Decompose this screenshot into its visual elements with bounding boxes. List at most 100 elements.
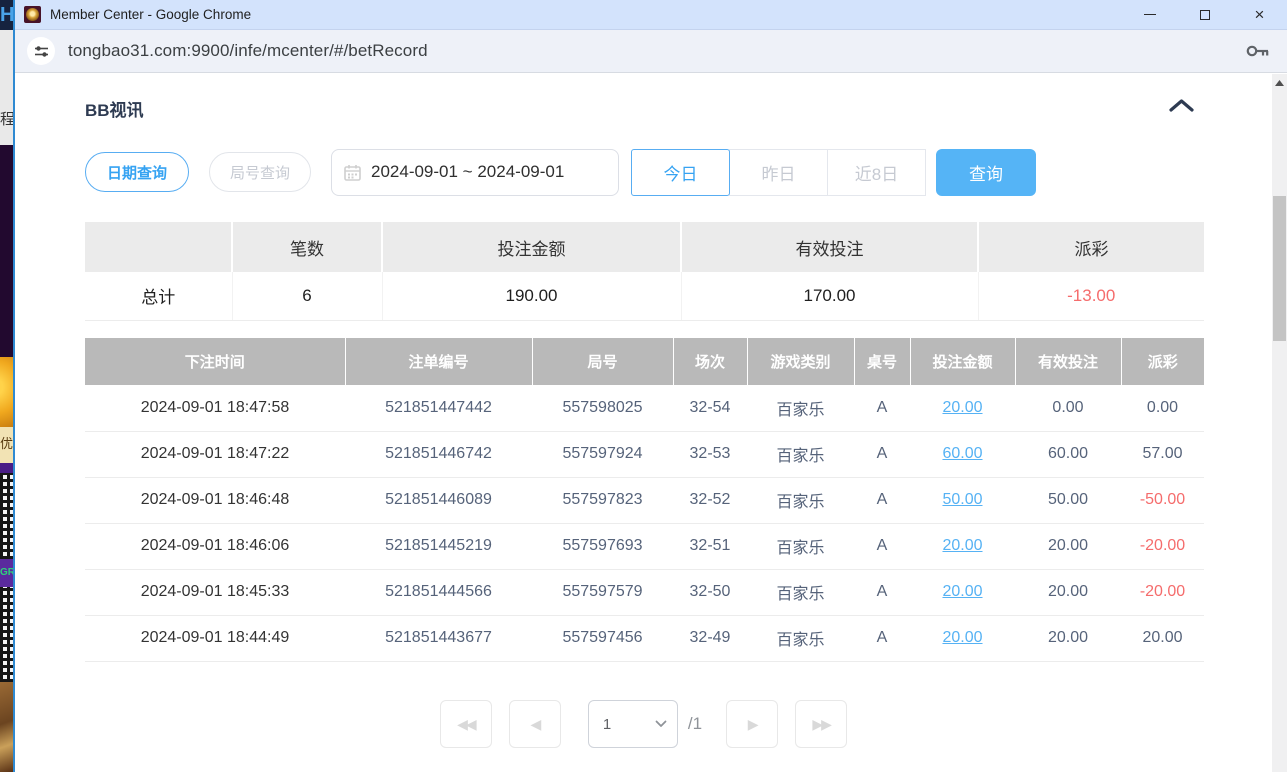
underlying-window-strip: H 程 优 GR xyxy=(0,0,13,772)
filter-toolbar: 日期查询 局号查询 2024-09-01 ~ 2024-09-01 今日 昨日 … xyxy=(85,148,1036,196)
browser-window: Member Center - Google Chrome × tongbao3… xyxy=(13,0,1287,772)
next-page-button[interactable]: ▶ xyxy=(726,700,778,748)
calendar-icon xyxy=(344,164,361,181)
date-query-tab[interactable]: 日期查询 xyxy=(85,152,189,192)
strip-gray-text: 程 xyxy=(0,30,13,145)
strip-gold-image xyxy=(0,357,13,427)
bet-amount-link[interactable]: 20.00 xyxy=(942,537,982,554)
cell-bet: 20.00 xyxy=(910,569,1015,615)
cell-round-no: 557597823 xyxy=(532,477,673,523)
bet-amount-link[interactable]: 20.00 xyxy=(942,399,982,416)
cell-time: 2024-09-01 18:46:48 xyxy=(85,477,345,523)
summary-total-label: 总计 xyxy=(85,272,232,320)
cell-game: 百家乐 xyxy=(747,615,854,661)
vertical-scrollbar[interactable] xyxy=(1272,74,1287,772)
round-query-tab[interactable]: 局号查询 xyxy=(209,152,311,192)
summary-header-blank xyxy=(85,222,232,272)
cell-order-no: 521851447442 xyxy=(345,385,532,431)
window-title: Member Center - Google Chrome xyxy=(50,7,251,22)
summary-header-count: 笔数 xyxy=(232,222,382,272)
cell-order-no: 521851446742 xyxy=(345,431,532,477)
bet-record-row: 2024-09-01 18:45:33521851444566557597579… xyxy=(85,569,1204,615)
bet-amount-link[interactable]: 50.00 xyxy=(942,491,982,508)
window-titlebar[interactable]: Member Center - Google Chrome × xyxy=(15,0,1287,30)
close-button[interactable]: × xyxy=(1232,0,1287,30)
cell-table-no: A xyxy=(854,615,910,661)
cell-session: 32-51 xyxy=(673,523,747,569)
yesterday-button[interactable]: 昨日 xyxy=(729,149,828,196)
col-valid-bet: 有效投注 xyxy=(1015,338,1121,385)
col-round-no: 局号 xyxy=(532,338,673,385)
section-title: BB视讯 xyxy=(85,96,144,121)
cell-valid: 20.00 xyxy=(1015,569,1121,615)
cell-game: 百家乐 xyxy=(747,385,854,431)
date-range-picker[interactable]: 2024-09-01 ~ 2024-09-01 xyxy=(331,149,619,196)
scrollbar-up-button[interactable] xyxy=(1272,74,1287,91)
cell-table-no: A xyxy=(854,569,910,615)
col-game-type: 游戏类别 xyxy=(747,338,854,385)
page-content: BB视讯 日期查询 局号查询 2024-09-01 ~ 2024-09-01 xyxy=(15,74,1287,772)
cell-payout: 0.00 xyxy=(1121,385,1204,431)
site-settings-button[interactable] xyxy=(27,37,55,65)
cell-round-no: 557597924 xyxy=(532,431,673,477)
password-manager-button[interactable] xyxy=(1246,43,1270,59)
strip-qr-code xyxy=(0,473,13,559)
cell-bet: 60.00 xyxy=(910,431,1015,477)
cell-round-no: 557597456 xyxy=(532,615,673,661)
summary-header-valid-bet: 有效投注 xyxy=(681,222,978,272)
cell-game: 百家乐 xyxy=(747,431,854,477)
bet-amount-link[interactable]: 60.00 xyxy=(942,445,982,462)
pagination: ◀◀ ◀ 1 /1 ▶ ▶▶ xyxy=(15,700,1272,748)
bet-records-table: 下注时间 注单编号 局号 场次 游戏类别 桌号 投注金额 有效投注 派彩 202… xyxy=(85,338,1204,662)
prev-page-button[interactable]: ◀ xyxy=(509,700,561,748)
cell-time: 2024-09-01 18:47:22 xyxy=(85,431,345,477)
cell-valid: 60.00 xyxy=(1015,431,1121,477)
search-button[interactable]: 查询 xyxy=(936,149,1036,196)
cell-session: 32-50 xyxy=(673,569,747,615)
maximize-button[interactable] xyxy=(1177,0,1232,30)
cell-time: 2024-09-01 18:46:06 xyxy=(85,523,345,569)
summary-table: 笔数 投注金额 有效投注 派彩 总计 6 190.00 170.00 -13.0… xyxy=(85,222,1204,321)
scrollbar-thumb[interactable] xyxy=(1273,196,1286,341)
col-bet-time: 下注时间 xyxy=(85,338,345,385)
summary-bet-amount-value: 190.00 xyxy=(382,272,681,320)
url-text[interactable]: tongbao31.com:9900/infe/mcenter/#/betRec… xyxy=(68,41,428,61)
bet-record-row: 2024-09-01 18:47:58521851447442557598025… xyxy=(85,385,1204,431)
last8days-button[interactable]: 近8日 xyxy=(827,149,926,196)
summary-header-payout: 派彩 xyxy=(978,222,1204,272)
address-bar[interactable]: tongbao31.com:9900/infe/mcenter/#/betRec… xyxy=(15,30,1287,73)
col-table-no: 桌号 xyxy=(854,338,910,385)
last-page-button[interactable]: ▶▶ xyxy=(795,700,847,748)
collapse-section-button[interactable] xyxy=(1168,98,1195,118)
chevron-down-icon xyxy=(655,720,667,728)
strip-photo xyxy=(0,682,13,772)
cell-payout: 57.00 xyxy=(1121,431,1204,477)
strip-purple-label: GR xyxy=(0,559,13,587)
cell-table-no: A xyxy=(854,431,910,477)
minimize-button[interactable] xyxy=(1122,0,1177,30)
summary-count-value: 6 xyxy=(232,272,382,320)
today-button[interactable]: 今日 xyxy=(631,149,730,196)
bet-amount-link[interactable]: 20.00 xyxy=(942,583,982,600)
strip-purple-band xyxy=(0,463,13,473)
col-session: 场次 xyxy=(673,338,747,385)
page-select[interactable]: 1 xyxy=(588,700,678,748)
bet-record-row: 2024-09-01 18:46:06521851445219557597693… xyxy=(85,523,1204,569)
maximize-icon xyxy=(1200,10,1210,20)
close-icon: × xyxy=(1255,6,1265,23)
window-controls: × xyxy=(1122,0,1287,30)
cell-session: 32-54 xyxy=(673,385,747,431)
bet-record-row: 2024-09-01 18:44:49521851443677557597456… xyxy=(85,615,1204,661)
bet-amount-link[interactable]: 20.00 xyxy=(942,629,982,646)
cell-order-no: 521851444566 xyxy=(345,569,532,615)
first-page-button[interactable]: ◀◀ xyxy=(440,700,492,748)
strip-purple-block xyxy=(0,145,13,357)
tune-icon xyxy=(34,44,49,59)
scroll-up-arrow-icon xyxy=(1275,80,1284,86)
cell-game: 百家乐 xyxy=(747,477,854,523)
bet-table-header-row: 下注时间 注单编号 局号 场次 游戏类别 桌号 投注金额 有效投注 派彩 xyxy=(85,338,1204,385)
summary-valid-bet-value: 170.00 xyxy=(681,272,978,320)
cell-order-no: 521851446089 xyxy=(345,477,532,523)
minimize-icon xyxy=(1144,14,1156,15)
bet-record-row: 2024-09-01 18:46:48521851446089557597823… xyxy=(85,477,1204,523)
